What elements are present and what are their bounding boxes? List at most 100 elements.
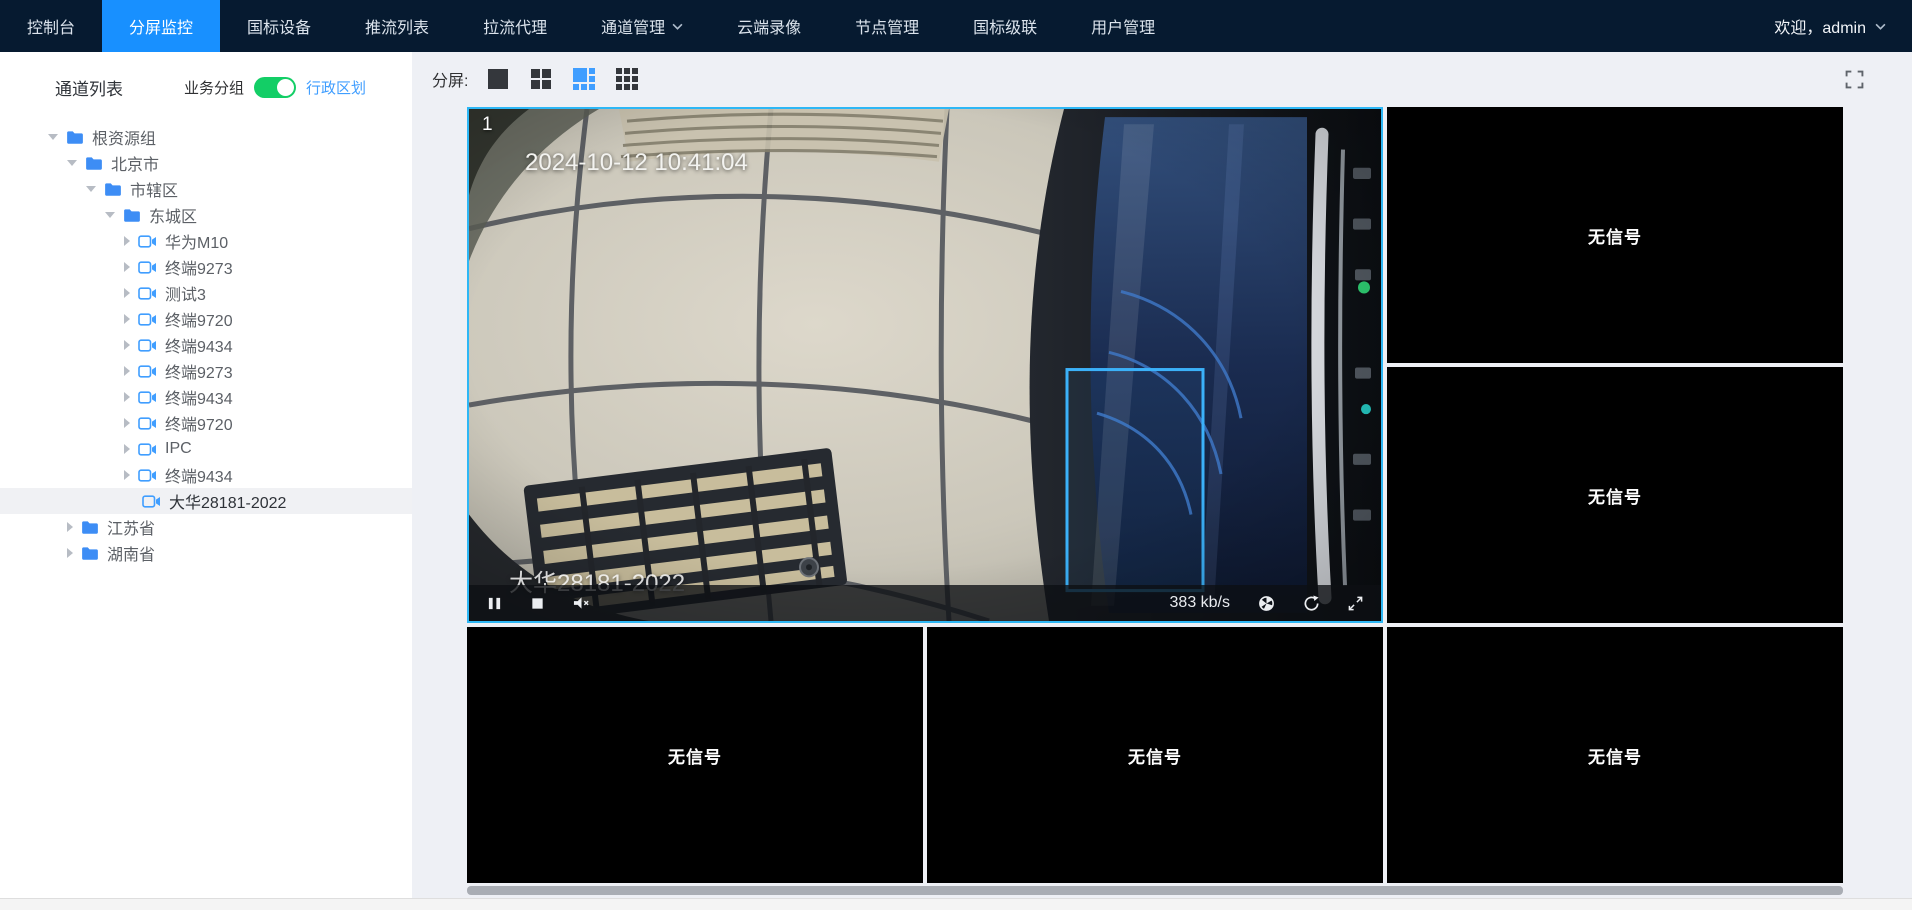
split-1-icon [486,67,510,91]
user-menu[interactable]: 欢迎，admin [1774,0,1886,52]
business-group-label: 业务分组 [184,77,244,98]
folder-icon-wrap [81,520,99,535]
tree-caret-icon[interactable] [124,314,130,324]
nav-item-9[interactable]: 国标级联 [946,0,1064,52]
nav-item-1[interactable]: 控制台 [0,0,102,52]
tree-node-label: 终端9434 [165,385,233,409]
camera-icon [138,313,157,326]
split-6-icon [572,67,596,91]
tree-caret-icon[interactable] [67,160,77,166]
video-pane-no-signal-4[interactable]: 无信号 [927,627,1383,883]
tree-node-label: 根资源组 [92,125,156,149]
tree-node-camera[interactable]: 终端9434 [0,462,412,488]
tree-node-folder[interactable]: 东城区 [0,202,412,228]
tree-node-camera[interactable]: 华为M10 [0,228,412,254]
nav-item-3[interactable]: 国标设备 [220,0,338,52]
folder-icon-wrap [66,130,84,145]
tree-node-camera[interactable]: 终端9434 [0,384,412,410]
tree-node-label: 终端9273 [165,255,233,279]
mute-button[interactable] [573,596,590,610]
video-player-active[interactable]: 1 2024-10-12 10:41:04 大华28181-2022 383 k… [467,107,1383,623]
nav-item-7[interactable]: 云端录像 [710,0,828,52]
folder-icon [81,520,99,535]
folder-icon-wrap [123,208,141,223]
split-4-button[interactable] [529,67,553,91]
nav-item-label: 云端录像 [737,14,801,38]
fullscreen-button[interactable] [1845,70,1864,89]
camera-icon [138,417,157,430]
nav-item-8[interactable]: 节点管理 [828,0,946,52]
tree-node-camera[interactable]: 大华28181-2022 [0,488,412,514]
camera-icon [138,287,157,300]
tree-caret-icon[interactable] [67,548,73,558]
split-1-button[interactable] [486,67,510,91]
nav-item-6[interactable]: 通道管理 [574,0,710,52]
tree-caret-icon[interactable] [124,444,130,454]
tree-caret-icon[interactable] [124,470,130,480]
nav-item-label: 控制台 [27,14,75,38]
video-grid: 1 2024-10-12 10:41:04 大华28181-2022 383 k… [467,107,1843,883]
tree-node-camera[interactable]: 终端9273 [0,254,412,280]
nav-item-label: 国标设备 [247,14,311,38]
tree-node-folder[interactable]: 江苏省 [0,514,412,540]
bitrate-label: 383 kb/s [1170,594,1230,612]
tree-node-camera[interactable]: 终端9720 [0,410,412,436]
tree-caret-icon[interactable] [124,288,130,298]
split-9-icon [615,67,639,91]
tree-caret-icon[interactable] [124,392,130,402]
expand-button[interactable] [1348,596,1363,611]
tree-caret-icon[interactable] [124,340,130,350]
camera-icon-wrap [138,235,157,248]
grid-scrollbar[interactable] [467,886,1843,895]
split-4-icon [529,67,553,91]
toggle-knob [277,79,294,96]
tree-node-label: 北京市 [111,151,159,175]
tree-node-folder[interactable]: 市辖区 [0,176,412,202]
tree-caret-icon[interactable] [124,262,130,272]
tree-node-camera[interactable]: 终端9273 [0,358,412,384]
tree-node-label: 华为M10 [165,229,228,253]
split-6-button[interactable] [572,67,596,91]
nav-item-5[interactable]: 拉流代理 [456,0,574,52]
chevron-down-icon [1875,23,1886,30]
tree-node-folder[interactable]: 根资源组 [0,124,412,150]
tree-caret-icon[interactable] [124,236,130,246]
nav-item-10[interactable]: 用户管理 [1064,0,1182,52]
stop-button[interactable] [530,596,545,611]
tree-node-camera[interactable]: 测试3 [0,280,412,306]
video-pane-no-signal-1[interactable]: 无信号 [1387,107,1843,363]
tree-node-camera[interactable]: 终端9720 [0,306,412,332]
group-mode-toggle[interactable] [254,77,296,98]
tree-caret-icon[interactable] [86,186,96,192]
page-scrollbar[interactable] [0,898,1912,910]
camera-icon [138,339,157,352]
camera-icon-wrap [138,339,157,352]
tree-caret-icon[interactable] [105,212,115,218]
nav-item-2[interactable]: 分屏监控 [102,0,220,52]
stop-icon [530,596,545,611]
tree-caret-icon[interactable] [124,366,130,376]
admin-region-label: 行政区划 [306,77,366,98]
tree-caret-icon[interactable] [124,418,130,428]
tree-node-folder[interactable]: 湖南省 [0,540,412,566]
camera-icon [138,365,157,378]
snapshot-button[interactable] [1258,595,1275,612]
split-options [486,67,639,91]
refresh-button[interactable] [1303,595,1320,612]
split-label: 分屏: [432,67,468,91]
tree-node-camera[interactable]: 终端9434 [0,332,412,358]
nav-item-4[interactable]: 推流列表 [338,0,456,52]
tree-node-folder[interactable]: 北京市 [0,150,412,176]
no-signal-label: 无信号 [668,743,722,768]
nav-item-label: 用户管理 [1091,14,1155,38]
window-index-osd: 1 [482,114,493,136]
split-9-button[interactable] [615,67,639,91]
video-pane-no-signal-2[interactable]: 无信号 [1387,367,1843,623]
chevron-down-icon [672,23,683,30]
pause-button[interactable] [487,596,502,611]
video-pane-no-signal-5[interactable]: 无信号 [1387,627,1843,883]
tree-caret-icon[interactable] [67,522,73,532]
tree-node-camera[interactable]: IPC [0,436,412,462]
tree-caret-icon[interactable] [48,134,58,140]
video-pane-no-signal-3[interactable]: 无信号 [467,627,923,883]
